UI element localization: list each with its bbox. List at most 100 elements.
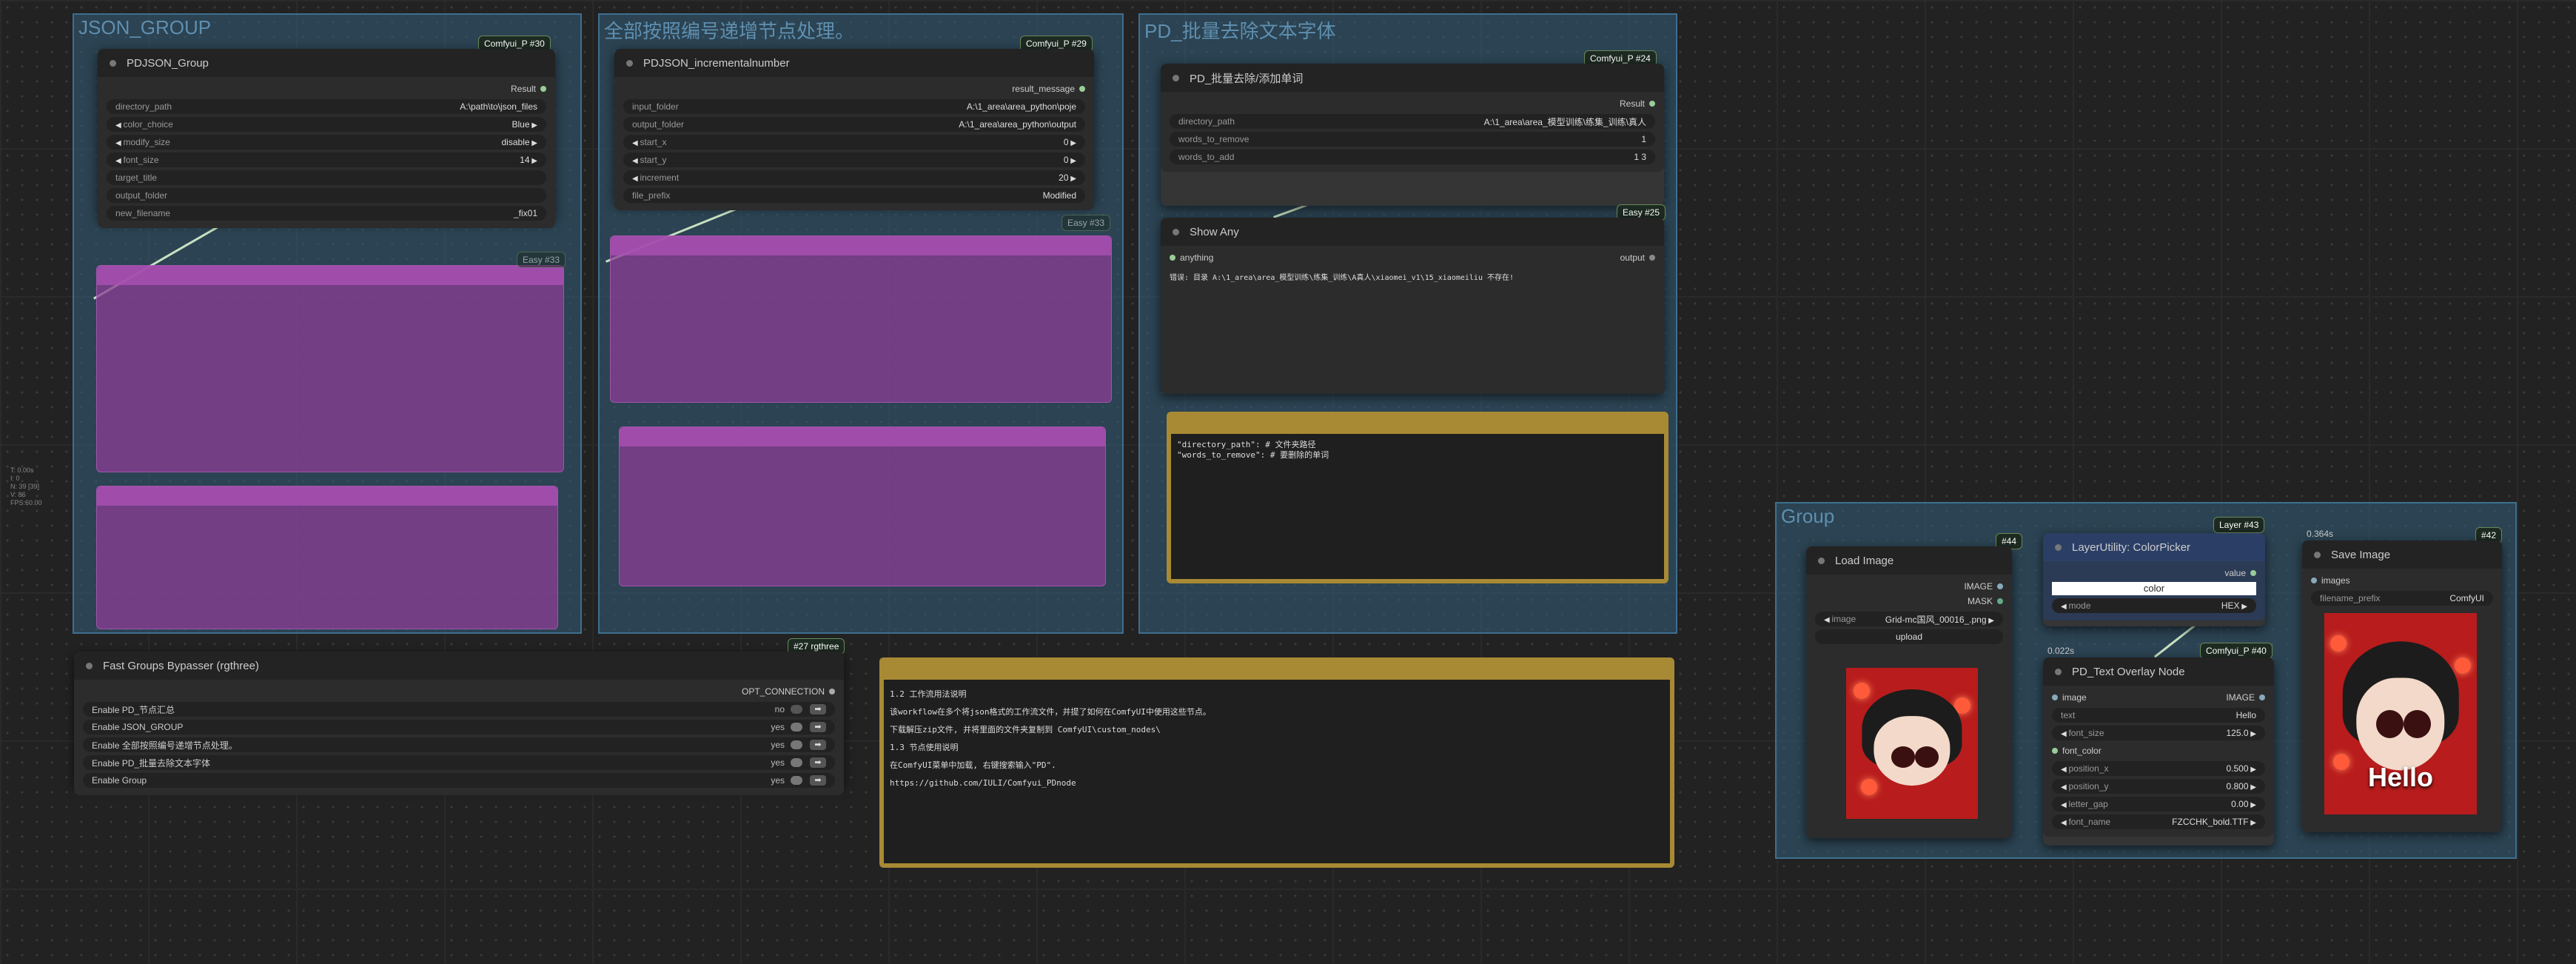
widget-image[interactable]: ◀ image Grid-mc国风_00016_.png ▶	[1815, 612, 2003, 626]
collapse-dot-icon[interactable]	[1173, 228, 1179, 235]
bypass-row[interactable]: Enable Group yes ➡	[83, 773, 835, 788]
upload-button[interactable]: upload	[1815, 629, 2003, 644]
widget-directory-path[interactable]: directory_path A:\1_area\area_模型训练\练集_训练\…	[1170, 114, 1655, 129]
widget-increment[interactable]: ◀ increment 20 ▶	[623, 170, 1085, 185]
collapse-dot-icon[interactable]	[2055, 668, 2062, 675]
widget-modify-size[interactable]: ◀ modify_size disable ▶	[107, 135, 546, 150]
widget-start-x[interactable]: ◀ start_x 0 ▶	[623, 135, 1085, 150]
widget-input-folder[interactable]: input_folder A:\1_area\area_python\poje	[623, 99, 1085, 114]
note-purple-1[interactable]	[96, 265, 564, 472]
node-title: Fast Groups Bypasser (rgthree)	[103, 659, 259, 672]
collapse-dot-icon[interactable]	[2314, 551, 2321, 558]
left-arrow-icon: ◀	[2061, 801, 2069, 809]
input-slot[interactable]: anything	[1170, 250, 1213, 265]
widget-new-filename[interactable]: new_filename _fix01	[107, 206, 546, 221]
widget-file-prefix[interactable]: file_prefix Modified	[623, 188, 1085, 203]
node-pdjson-incremental[interactable]: PDJSON_incrementalnumber result_message …	[614, 49, 1094, 210]
widget-output-folder[interactable]: output_folder A:\1_area\area_python\outpu…	[623, 117, 1085, 132]
widget-letter-gap[interactable]: ◀ letter_gap 0.00 ▶	[2052, 797, 2265, 811]
socket-icon	[829, 689, 835, 694]
node-header[interactable]: PD_批量去除/添加单词	[1161, 64, 1664, 92]
widget-position-y[interactable]: ◀ position_y 0.800 ▶	[2052, 779, 2265, 794]
widget-output-folder[interactable]: output_folder	[107, 188, 546, 203]
node-color-picker[interactable]: LayerUtility: ColorPicker value color ◀ …	[2043, 533, 2265, 626]
widget-words-to-remove[interactable]: words_to_remove 1	[1170, 132, 1655, 147]
node-show-any[interactable]: Show Any anything output 错误: 目录 A:\1_are…	[1161, 218, 1664, 394]
widget-font-size[interactable]: ◀ font_size 125.0 ▶	[2052, 726, 2265, 740]
node-badge: Comfyui_P #40	[2200, 643, 2273, 659]
node-load-image[interactable]: Load Image IMAGE MASK ◀ image Grid-mc国风_0…	[1806, 546, 2012, 838]
output-slot[interactable]: result_message	[623, 81, 1085, 96]
output-slot[interactable]: MASK	[1815, 594, 2003, 609]
node-header[interactable]: PD_Text Overlay Node	[2043, 657, 2274, 686]
collapse-dot-icon[interactable]	[2055, 543, 2062, 551]
bypass-row[interactable]: Enable PD_节点汇总 no ➡	[83, 702, 835, 717]
collapse-dot-icon[interactable]	[1173, 74, 1179, 81]
collapse-dot-icon[interactable]	[626, 59, 633, 67]
collapse-dot-icon[interactable]	[110, 59, 116, 67]
group-title: JSON_GROUP	[78, 16, 212, 39]
node-save-image[interactable]: Save Image images filename_prefix ComfyUI…	[2302, 540, 2502, 832]
color-swatch[interactable]: color	[2052, 582, 2256, 595]
left-arrow-icon: ◀	[632, 175, 640, 183]
bypass-row[interactable]: Enable 全部按照编号递增节点处理。 yes ➡	[83, 737, 835, 752]
toggle-icon[interactable]	[791, 758, 802, 767]
navigate-arrow-icon[interactable]: ➡	[810, 757, 826, 768]
toggle-icon[interactable]	[791, 776, 802, 785]
node-text-overlay[interactable]: PD_Text Overlay Node image IMAGE text Hel…	[2043, 657, 2274, 846]
note-purple-3[interactable]	[610, 235, 1112, 403]
navigate-arrow-icon[interactable]: ➡	[810, 740, 826, 750]
node-header[interactable]: Load Image	[1806, 546, 2012, 575]
note-gold-2[interactable]: 1.2 工作流用法说明 该workflow在多个将json格式的工作流文件，并提…	[879, 657, 1674, 868]
node-header[interactable]: LayerUtility: ColorPicker	[2043, 533, 2265, 561]
note-gold-1[interactable]: "directory_path": # 文件夹路径 "words_to_remo…	[1167, 412, 1668, 583]
widget-font-name[interactable]: ◀ font_name FZCCHK_bold.TTF ▶	[2052, 814, 2265, 829]
output-slot[interactable]: output	[1620, 250, 1655, 265]
widget-directory-path[interactable]: directory_path A:\path\to\json_files	[107, 99, 546, 114]
node-header[interactable]: Fast Groups Bypasser (rgthree)	[74, 652, 844, 680]
output-slot[interactable]: value	[2052, 566, 2256, 580]
bypass-row[interactable]: Enable JSON_GROUP yes ➡	[83, 720, 835, 734]
navigate-arrow-icon[interactable]: ➡	[810, 775, 826, 786]
right-arrow-icon: ▶	[2248, 766, 2256, 774]
widget-start-y[interactable]: ◀ start_y 0 ▶	[623, 153, 1085, 167]
input-slot-font-color[interactable]: font_color	[2052, 743, 2265, 758]
navigate-arrow-icon[interactable]: ➡	[810, 722, 826, 732]
output-slot[interactable]: Result	[1170, 96, 1655, 111]
output-slot[interactable]: IMAGE	[1815, 579, 2003, 594]
note-purple-2[interactable]	[96, 486, 558, 629]
toggle-icon[interactable]	[791, 740, 802, 749]
input-slot[interactable]: image	[2052, 690, 2087, 705]
node-pd-remove-words[interactable]: PD_批量去除/添加单词 Result directory_path A:\1_a…	[1161, 64, 1664, 206]
output-slot[interactable]: Result	[107, 81, 546, 96]
collapse-dot-icon[interactable]	[86, 662, 93, 669]
bypass-row[interactable]: Enable PD_批量去除文本字体 yes ➡	[83, 755, 835, 770]
widget-filename-prefix[interactable]: filename_prefix ComfyUI	[2311, 591, 2493, 606]
widget-words-to-add[interactable]: words_to_add 1 3	[1170, 150, 1655, 164]
left-arrow-icon: ◀	[115, 121, 124, 130]
widget-target-title[interactable]: target_title	[107, 170, 546, 185]
note-purple-4[interactable]	[619, 426, 1106, 586]
node-header[interactable]: PDJSON_incrementalnumber	[614, 49, 1094, 77]
widget-text[interactable]: text Hello	[2052, 708, 2265, 723]
toggle-icon[interactable]	[791, 723, 802, 732]
node-pdjson-group[interactable]: PDJSON_Group Result directory_path A:\pat…	[98, 49, 555, 228]
right-arrow-icon: ▶	[1068, 175, 1076, 183]
timing-label: 0.364s	[2307, 529, 2334, 539]
widget-position-x[interactable]: ◀ position_x 0.500 ▶	[2052, 761, 2265, 776]
note-text	[97, 285, 563, 294]
navigate-arrow-icon[interactable]: ➡	[810, 704, 826, 714]
node-bypasser[interactable]: Fast Groups Bypasser (rgthree) OPT_CONNE…	[74, 652, 844, 795]
widget-font-size[interactable]: ◀ font_size 14 ▶	[107, 153, 546, 167]
output-slot[interactable]: OPT_CONNECTION	[83, 684, 835, 699]
toggle-icon[interactable]	[791, 705, 802, 714]
node-header[interactable]: Save Image	[2302, 540, 2502, 569]
widget-mode[interactable]: ◀ mode HEX ▶	[2052, 598, 2256, 613]
output-slot[interactable]: IMAGE	[2226, 690, 2265, 705]
node-header[interactable]: Show Any	[1161, 218, 1664, 246]
widget-color-choice[interactable]: ◀ color_choice Blue ▶	[107, 117, 546, 132]
input-slot[interactable]: images	[2311, 573, 2493, 588]
group-title: PD_批量去除文本字体	[1144, 20, 1336, 42]
node-header[interactable]: PDJSON_Group	[98, 49, 555, 77]
collapse-dot-icon[interactable]	[1818, 557, 1825, 564]
